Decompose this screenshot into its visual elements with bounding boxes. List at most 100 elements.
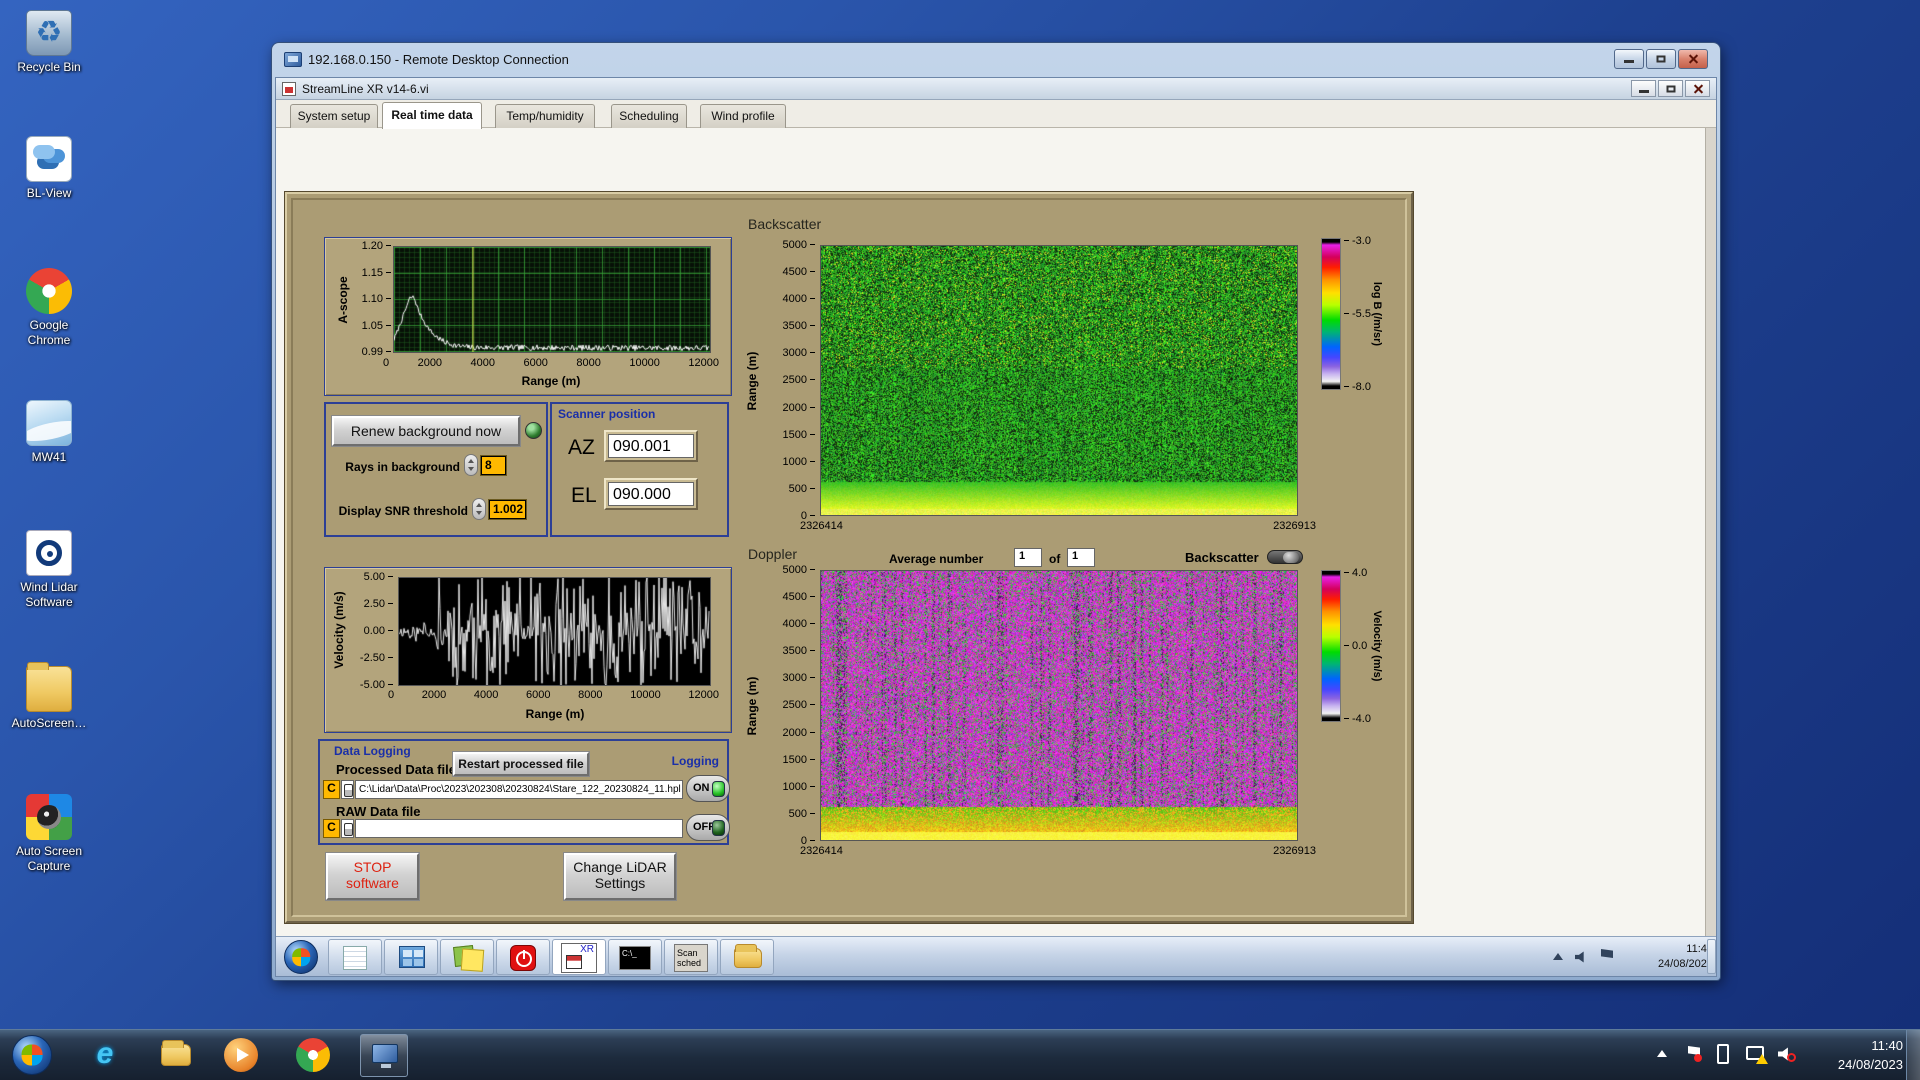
maximize-button[interactable] — [1646, 49, 1676, 69]
desktop-icon-recycle-bin[interactable]: ♻ Recycle Bin — [8, 10, 90, 75]
restart-processed-file-button[interactable]: Restart processed file — [453, 752, 589, 776]
remote-taskbar-control-panel[interactable] — [384, 939, 438, 975]
doppler-colorbar — [1321, 570, 1341, 722]
az-field[interactable]: 090.001 — [604, 430, 698, 462]
minimize-button[interactable] — [1614, 49, 1644, 69]
labview-titlebar[interactable]: StreamLine XR v14-6.vi — [276, 78, 1716, 100]
tab-temp-humidity[interactable]: Temp/humidity — [495, 104, 595, 128]
of-label: of — [1049, 552, 1061, 566]
processed-logging-toggle[interactable]: ON — [686, 775, 730, 802]
raw-logging-toggle[interactable]: OFF — [686, 814, 730, 841]
tab-wind-profile[interactable]: Wind profile — [700, 104, 786, 128]
processed-data-file-label: Processed Data file — [336, 762, 456, 777]
logging-label: Logging — [671, 754, 719, 768]
rdp-window: 192.168.0.150 - Remote Desktop Connectio… — [272, 43, 1720, 980]
desktop-icon-bl-view[interactable]: BL-View — [8, 136, 90, 201]
desktop-icon-label: Auto Screen Capture — [15, 844, 83, 873]
battery-icon[interactable] — [1717, 1044, 1729, 1064]
stop-software-button[interactable]: STOP software — [326, 853, 419, 900]
tray-expand-icon[interactable] — [1657, 1050, 1667, 1057]
tab-system-setup[interactable]: System setup — [290, 104, 378, 128]
az-label: AZ — [568, 436, 595, 459]
rays-spinner[interactable] — [464, 454, 478, 476]
raw-drive-button[interactable]: C — [323, 819, 340, 838]
remote-clock[interactable]: 11:40 24/08/2023 — [1621, 942, 1713, 972]
rays-in-background-label: Rays in background — [345, 460, 460, 474]
data-logging-box: Data Logging Processed Data file Restart… — [318, 739, 730, 845]
host-taskbar: e 11:40 24/08/2023 — [0, 1029, 1920, 1080]
remote-show-desktop-button[interactable] — [1707, 939, 1716, 974]
average-number-field[interactable]: 1 — [1014, 548, 1042, 567]
rays-value[interactable]: 8 — [480, 455, 507, 476]
tab-scheduling[interactable]: Scheduling — [611, 104, 687, 128]
remote-action-center-icon[interactable] — [1601, 949, 1613, 958]
remote-taskbar-scan-scheduler[interactable]: Scan sched — [664, 939, 718, 975]
labview-client-area: Backscatter A-scope 1.20 1.15 1.10 1.05 0.99… — [276, 128, 1716, 936]
backscatter-colorbar-label: log B (/m/sr) — [1371, 281, 1383, 347]
labview-xr-icon: XR — [561, 943, 597, 973]
desktop-icon-mw41[interactable]: MW41 — [8, 400, 90, 465]
action-center-icon[interactable] — [1688, 1046, 1702, 1062]
control-panel-icon — [399, 946, 425, 968]
vertical-scrollbar[interactable] — [1705, 128, 1716, 936]
network-icon[interactable] — [1746, 1046, 1768, 1064]
desktop-icon-label: MW41 — [31, 450, 67, 464]
el-field[interactable]: 090.000 — [604, 478, 698, 510]
remote-taskbar: XR C:\_ Scan sched 11:40 24/08/2023 — [276, 936, 1716, 976]
desktop-icon-autoscreen-folder[interactable]: AutoScreen… — [8, 662, 90, 731]
app-title: StreamLine XR v14-6.vi — [302, 82, 429, 96]
desktop-icon-auto-screen-capture[interactable]: Auto Screen Capture — [8, 794, 90, 874]
doppler-y-axis-label: Range (m) — [745, 676, 759, 736]
change-lidar-settings-button[interactable]: Change LiDAR Settings — [564, 853, 676, 900]
rdp-task-icon — [372, 1044, 398, 1068]
rdp-taskbar-button[interactable] — [360, 1034, 408, 1077]
processed-drive-button[interactable]: C — [323, 780, 340, 799]
command-prompt-icon: C:\_ — [619, 946, 651, 970]
explorer-icon[interactable] — [159, 1038, 193, 1072]
remote-taskbar-explorer[interactable] — [720, 939, 774, 975]
chrome-icon — [26, 268, 72, 314]
processed-path-browse-icon[interactable] — [341, 780, 354, 799]
ascope-y-axis-label: A-scope — [336, 276, 350, 324]
remote-taskbar-notepad[interactable] — [328, 939, 382, 975]
remote-taskbar-stop-app[interactable] — [496, 939, 550, 975]
remote-taskbar-sticky-notes[interactable] — [440, 939, 494, 975]
taskbar-clock[interactable]: 11:40 24/08/2023 — [1838, 1036, 1903, 1074]
raw-path-browse-icon[interactable] — [341, 819, 354, 838]
start-button[interactable] — [12, 1035, 52, 1075]
tab-strip: System setup Real time data Temp/humidit… — [276, 100, 1716, 129]
backscatter-doppler-toggle[interactable] — [1267, 550, 1303, 564]
average-number-label: Average number — [889, 552, 984, 566]
scanner-position-box: Scanner position AZ 090.001 EL 090.000 — [550, 402, 729, 537]
show-desktop-button[interactable] — [1906, 1030, 1920, 1080]
stop-sign-icon — [510, 945, 536, 971]
snr-spinner[interactable] — [472, 498, 486, 520]
app-restore-button[interactable] — [1658, 80, 1683, 97]
chrome-taskbar-icon[interactable] — [296, 1038, 330, 1072]
desktop-icon-google-chrome[interactable]: Google Chrome — [8, 268, 90, 348]
desktop-icon-label: Recycle Bin — [17, 60, 81, 74]
snr-value[interactable]: 1.002 — [488, 499, 527, 520]
average-count-field[interactable]: 1 — [1067, 548, 1095, 567]
background-controls-box: Renew background now Rays in background … — [324, 402, 548, 537]
remote-taskbar-command-prompt[interactable]: C:\_ — [608, 939, 662, 975]
close-button[interactable] — [1678, 49, 1708, 69]
bl-view-icon — [26, 136, 72, 182]
tab-real-time-data[interactable]: Real time data — [382, 102, 482, 129]
volume-muted-icon[interactable] — [1778, 1047, 1796, 1062]
internet-explorer-icon[interactable]: e — [88, 1038, 122, 1072]
media-player-icon[interactable] — [224, 1038, 258, 1072]
processed-path-field[interactable]: C:\Lidar\Data\Proc\2023\202308\20230824\… — [355, 780, 683, 799]
data-logging-title: Data Logging — [334, 744, 411, 758]
el-label: EL — [571, 484, 597, 507]
renew-background-button[interactable]: Renew background now — [332, 416, 520, 446]
app-minimize-button[interactable] — [1631, 80, 1656, 97]
app-close-button[interactable] — [1685, 80, 1710, 97]
desktop-icon-wind-lidar[interactable]: Wind Lidar Software — [8, 530, 90, 610]
raw-path-field[interactable] — [355, 819, 683, 838]
rdp-titlebar[interactable]: 192.168.0.150 - Remote Desktop Connectio… — [272, 43, 1720, 77]
remote-taskbar-labview-xr[interactable]: XR — [552, 939, 606, 975]
remote-volume-icon[interactable] — [1575, 951, 1589, 963]
remote-tray-expand-icon[interactable] — [1553, 953, 1563, 960]
remote-start-button[interactable] — [284, 940, 318, 974]
